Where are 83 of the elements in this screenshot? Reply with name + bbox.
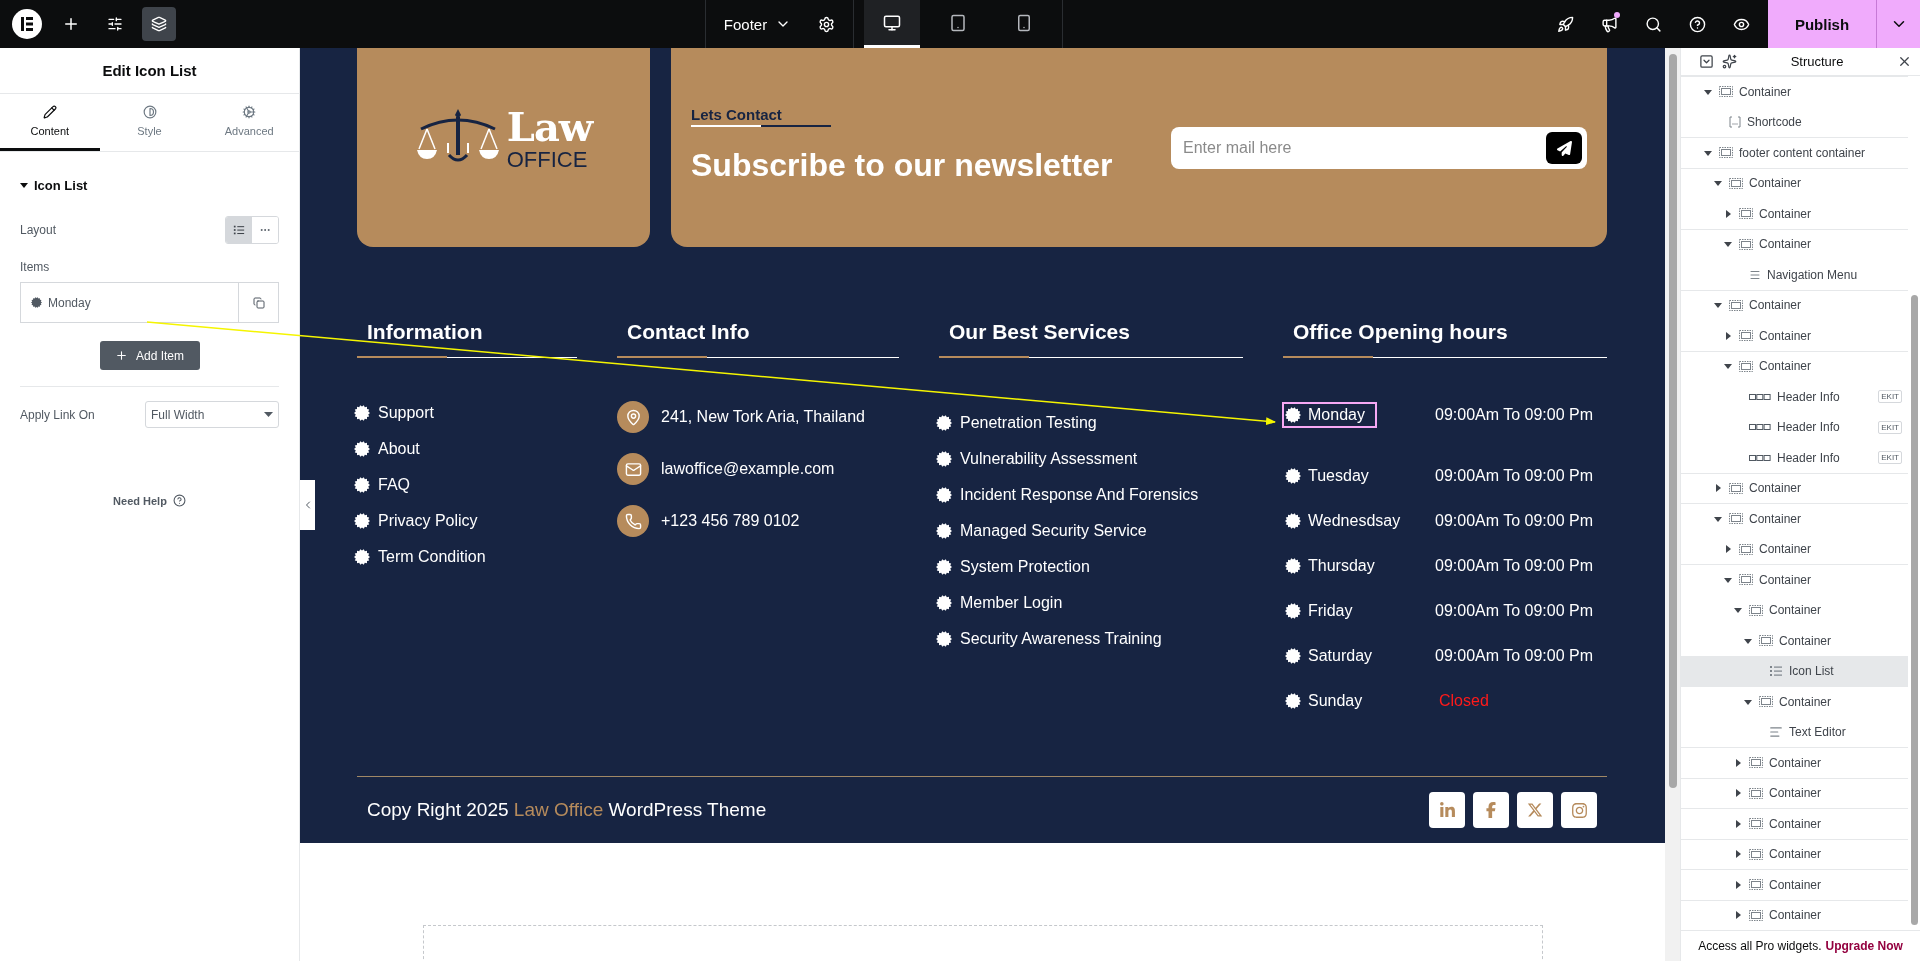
weekday[interactable]: Wednesdsay <box>1282 507 1413 534</box>
upgrade-link[interactable]: Upgrade Now <box>1825 939 1903 953</box>
opening-time: 09:00Am To 09:00 Pm <box>1435 405 1595 424</box>
footer-link[interactable]: Privacy Policy <box>378 512 478 530</box>
weekday[interactable]: Sunday <box>1282 687 1375 714</box>
tree-item-label: Container <box>1759 359 1813 374</box>
tree-item-label: Container <box>1759 206 1813 221</box>
service-link[interactable]: System Protection <box>960 558 1090 576</box>
items-label: Items <box>20 260 51 274</box>
footer-link[interactable]: Term Condition <box>378 548 486 566</box>
opening-time: 09:00Am To 09:00 Pm <box>1435 511 1595 530</box>
tree-item-label: Container <box>1759 572 1813 587</box>
tree-item-label: Container <box>1769 755 1823 770</box>
tree-item-label: Container <box>1769 908 1823 923</box>
apply-link-select[interactable]: Full Width <box>145 401 279 428</box>
layout-label: Layout <box>20 223 57 237</box>
tree-item-label: Header Info <box>1777 450 1841 465</box>
help-link[interactable]: Need Help <box>113 494 186 507</box>
tree-item-label: Text Editor <box>1789 725 1847 740</box>
weekday[interactable]: Saturday <box>1282 642 1385 669</box>
column-heading: Information <box>366 320 484 345</box>
footer-link[interactable]: FAQ <box>378 476 410 494</box>
opening-time: 09:00Am To 09:00 Pm <box>1435 556 1595 575</box>
tree-item-label: Container <box>1749 481 1803 496</box>
tree-item-label: Container <box>1759 328 1813 343</box>
structure-title: Structure <box>1789 54 1845 69</box>
tree-item-label: Container <box>1769 847 1823 862</box>
weekday[interactable]: Thursday <box>1282 552 1387 579</box>
tree-item-label: Navigation Menu <box>1767 267 1859 282</box>
logo-word: OFFICE <box>506 148 589 171</box>
tree-item-label: footer content container <box>1739 145 1867 160</box>
copyright-text: Copy Right 2025 Law Office WordPress Theme <box>367 799 767 821</box>
tree-item-label: Container <box>1749 298 1803 313</box>
service-link[interactable]: Managed Security Service <box>960 522 1147 540</box>
newsletter-eyebrow: Lets Contact <box>691 106 782 125</box>
tree-item-label: Icon List <box>1789 664 1835 679</box>
tree-item[interactable]: Icon List <box>1681 655 1908 686</box>
contact-text: +123 456 789 0102 <box>661 512 800 530</box>
opening-time: 09:00Am To 09:00 Pm <box>1435 646 1595 665</box>
tree-item-label: Header Info <box>1777 420 1841 435</box>
tree-badge: EKIT <box>1878 390 1902 404</box>
opening-time: Closed <box>1438 691 1490 710</box>
publish-button[interactable]: Publish <box>1768 0 1876 48</box>
service-link[interactable]: Penetration Testing <box>960 414 1097 432</box>
tree-badge: EKIT <box>1878 451 1902 465</box>
logo-word: Law <box>506 106 593 147</box>
tree-item-label: Container <box>1739 84 1793 99</box>
contact-text: lawoffice@example.com <box>661 460 835 478</box>
tree-item-label: Container <box>1769 786 1823 801</box>
tree-item-label: Container <box>1779 633 1833 648</box>
add-item-button[interactable]: Add Item <box>99 341 200 370</box>
service-link[interactable]: Vulnerability Assessment <box>960 450 1138 468</box>
footer-link[interactable]: About <box>378 440 420 458</box>
tree-item-label: Container <box>1759 542 1813 557</box>
tree-item-label: Container <box>1749 176 1803 191</box>
tree-item-label: Shortcode <box>1747 115 1803 130</box>
tree-badge: EKIT <box>1878 420 1902 434</box>
newsletter-title: Subscribe to our newsletter <box>691 147 1113 184</box>
tree-item-label: Container <box>1769 603 1823 618</box>
promo-text: Access all Pro widgets. <box>1698 939 1822 953</box>
contact-text: 241, New Tork Aria, Thailand <box>661 408 865 426</box>
opening-time: 09:00Am To 09:00 Pm <box>1435 601 1595 620</box>
service-link[interactable]: Incident Response And Forensics <box>960 486 1199 504</box>
tree-item-label: Container <box>1779 694 1833 709</box>
weekday[interactable]: Tuesday <box>1282 462 1381 489</box>
tree-item-label: Container <box>1749 511 1803 526</box>
email-field[interactable]: Enter mail here <box>1171 127 1587 169</box>
weekday[interactable]: Monday <box>1282 401 1377 428</box>
tree-item-label: Header Info <box>1777 389 1841 404</box>
footer-link[interactable]: Support <box>378 404 435 422</box>
section-header[interactable]: Icon List <box>20 172 88 198</box>
weekday[interactable]: Friday <box>1282 597 1365 624</box>
apply-link-label: Apply Link On <box>20 407 95 422</box>
column-heading: Our Best Services <box>948 320 1131 345</box>
tree-item-label: Container <box>1769 816 1823 831</box>
service-link[interactable]: Security Awareness Training <box>960 630 1162 648</box>
opening-time: 09:00Am To 09:00 Pm <box>1435 466 1595 485</box>
document-menu[interactable]: Footer <box>715 7 800 41</box>
service-link[interactable]: Member Login <box>960 594 1063 612</box>
tree-item-label: Container <box>1759 237 1813 252</box>
tree-item-label: Container <box>1769 877 1823 892</box>
column-heading: Contact Info <box>626 320 751 345</box>
column-heading: Office Opening hours <box>1292 320 1509 345</box>
